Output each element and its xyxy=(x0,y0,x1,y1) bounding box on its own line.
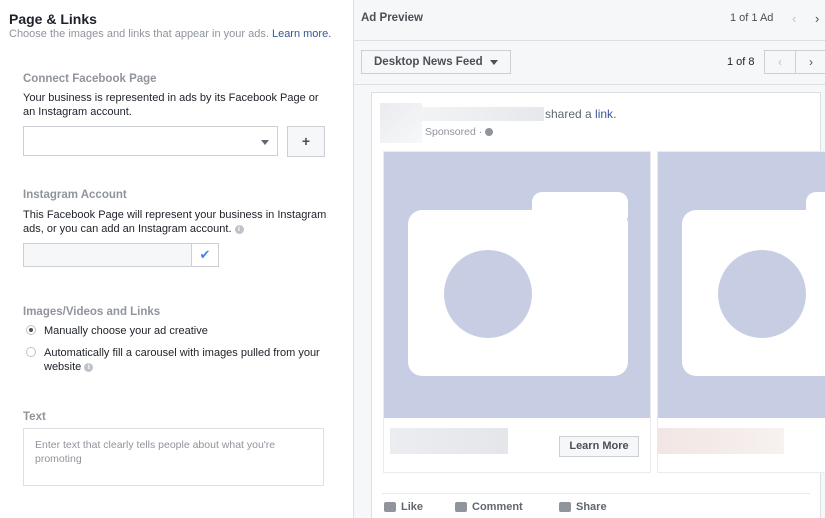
add-page-button[interactable]: + xyxy=(287,126,325,157)
ad-text-placeholder: Enter text that clearly tells people abo… xyxy=(35,439,276,465)
learn-more-link[interactable]: Learn more. xyxy=(272,28,331,40)
share-icon xyxy=(559,502,571,513)
text-label: Text xyxy=(23,411,46,423)
instagram-account-label: Instagram Account xyxy=(23,189,127,201)
instagram-desc-text: This Facebook Page will represent your b… xyxy=(23,209,327,235)
image-placeholder xyxy=(658,152,825,418)
sponsored-text: Sponsored · xyxy=(425,126,483,138)
radio-button-selected[interactable] xyxy=(26,325,36,335)
like-button[interactable]: Like xyxy=(384,501,423,513)
like-label: Like xyxy=(401,501,424,513)
placement-dropdown[interactable]: Desktop News Feed xyxy=(361,50,511,74)
globe-icon xyxy=(485,128,494,137)
prev-ad-icon[interactable]: ‹ xyxy=(792,11,796,26)
chevron-down-icon xyxy=(261,140,269,145)
radio-manual-label: Manually choose your ad creative xyxy=(44,325,208,337)
shared-prefix: shared a xyxy=(545,107,592,121)
radio-auto-label: Automatically fill a carousel with image… xyxy=(44,346,320,374)
checkmark-icon: ✔ xyxy=(191,244,218,266)
ad-preview-title: Ad Preview xyxy=(361,12,423,24)
prev-preview-button[interactable]: ‹ xyxy=(764,50,796,74)
carousel-card-2[interactable] xyxy=(657,151,825,473)
images-videos-links-label: Images/Videos and Links xyxy=(23,306,161,318)
learn-more-button[interactable]: Learn More xyxy=(559,436,639,457)
info-icon[interactable]: i xyxy=(84,362,94,372)
divider xyxy=(382,493,810,494)
page-subtitle: Choose the images and links that appear … xyxy=(9,28,331,40)
shared-suffix: . xyxy=(613,107,617,121)
ad-text-input[interactable]: Enter text that clearly tells people abo… xyxy=(23,428,324,486)
sponsored-label: Sponsored · xyxy=(425,126,494,138)
divider xyxy=(354,40,825,41)
next-preview-button[interactable]: › xyxy=(795,50,825,74)
facebook-page-select[interactable] xyxy=(23,126,278,156)
camera-lens-icon xyxy=(718,250,806,338)
next-ad-icon[interactable]: › xyxy=(815,11,819,26)
preview-page-count: 1 of 8 xyxy=(727,56,755,68)
placement-label: Desktop News Feed xyxy=(374,56,483,68)
ad-preview-card: shared a link. Sponsored · Learn More Li… xyxy=(371,92,825,518)
page-title: Page & Links xyxy=(9,11,97,27)
subtitle-text: Choose the images and links that appear … xyxy=(9,28,269,40)
thumbs-up-icon xyxy=(384,502,396,513)
carousel-card-1[interactable]: Learn More xyxy=(383,151,651,473)
headline-placeholder xyxy=(390,428,508,454)
connect-page-desc: Your business is represented in ads by i… xyxy=(23,92,319,118)
radio-auto-label-line1: Automatically fill a carousel with image… xyxy=(44,347,320,359)
chevron-down-icon xyxy=(490,60,498,65)
image-placeholder xyxy=(384,152,650,418)
radio-auto-label-line2: website xyxy=(44,361,82,373)
shared-link[interactable]: link xyxy=(595,107,613,121)
share-button[interactable]: Share xyxy=(559,501,607,513)
instagram-account-select[interactable]: ✔ xyxy=(23,243,219,267)
info-icon[interactable]: i xyxy=(234,224,244,234)
comment-icon xyxy=(455,502,467,513)
shared-link-text: shared a link. xyxy=(545,107,616,121)
radio-button[interactable] xyxy=(26,347,36,357)
page-name-placeholder xyxy=(422,107,544,121)
divider xyxy=(354,84,825,85)
camera-lens-icon xyxy=(444,250,532,338)
comment-label: Comment xyxy=(472,501,523,513)
ad-count: 1 of 1 Ad xyxy=(730,12,774,24)
ad-preview-panel: Ad Preview 1 of 1 Ad ‹ › Desktop News Fe… xyxy=(354,0,825,518)
share-label: Share xyxy=(576,501,607,513)
comment-button[interactable]: Comment xyxy=(455,501,523,513)
headline-placeholder xyxy=(658,428,784,454)
page-links-panel: Page & Links Choose the images and links… xyxy=(0,0,354,518)
page-avatar xyxy=(380,103,422,143)
instagram-account-desc: This Facebook Page will represent your b… xyxy=(23,208,328,236)
connect-page-label: Connect Facebook Page xyxy=(23,73,157,85)
